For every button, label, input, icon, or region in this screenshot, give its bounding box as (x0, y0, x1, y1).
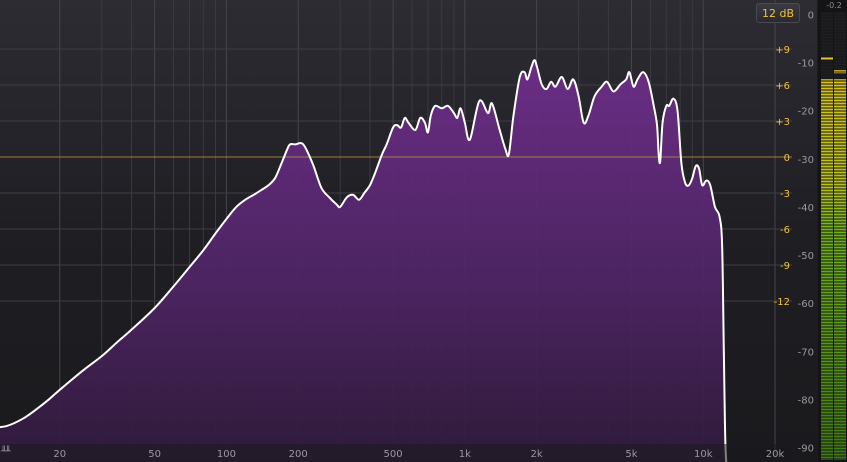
gain-tick-label: -3 (780, 189, 790, 200)
db-tick-label: -70 (798, 347, 814, 358)
freq-tick-label: 20k (766, 449, 785, 460)
db-tick-label: -40 (798, 203, 814, 214)
freq-tick-label: 100 (217, 449, 236, 460)
spectrum-analyzer[interactable]: 20 50 100 200 500 1k 2k 5k 10k 20k +9 +6 +3 0 -3 -6 -9 -1… (0, 0, 847, 462)
freq-tick-label: 50 (148, 449, 161, 460)
db-tick-label: -60 (798, 299, 814, 310)
db-tick-label: -30 (798, 155, 814, 166)
freq-tick-label: 5k (625, 449, 637, 460)
gain-tick-label: -9 (780, 261, 790, 272)
db-tick-label: -10 (798, 59, 814, 70)
freq-tick-label: 2k (531, 449, 543, 460)
db-tick-label: 0 (808, 10, 814, 21)
grid-resize-icon[interactable]: ╨╨ (1, 447, 11, 457)
gain-tick-label: +3 (775, 117, 790, 128)
freq-tick-label: 1k (459, 449, 471, 460)
meter-peak-readout: -0.2 (826, 1, 842, 10)
range-button[interactable]: 12 dB (756, 3, 800, 23)
db-tick-label: -20 (798, 107, 814, 118)
freq-tick-label: 10k (694, 449, 713, 460)
gain-tick-label: 0 (784, 153, 790, 164)
freq-tick-label: 20 (53, 449, 66, 460)
gain-tick-label: +9 (775, 45, 790, 56)
freq-tick-label: 200 (289, 449, 308, 460)
gain-tick-label: -6 (780, 225, 790, 236)
db-tick-label: -50 (798, 251, 814, 262)
db-tick-label: -80 (798, 395, 814, 406)
freq-tick-label: 500 (384, 449, 403, 460)
gain-tick-label: +6 (775, 81, 790, 92)
gain-tick-label: -12 (774, 297, 790, 308)
db-tick-label: -90 (798, 444, 814, 455)
